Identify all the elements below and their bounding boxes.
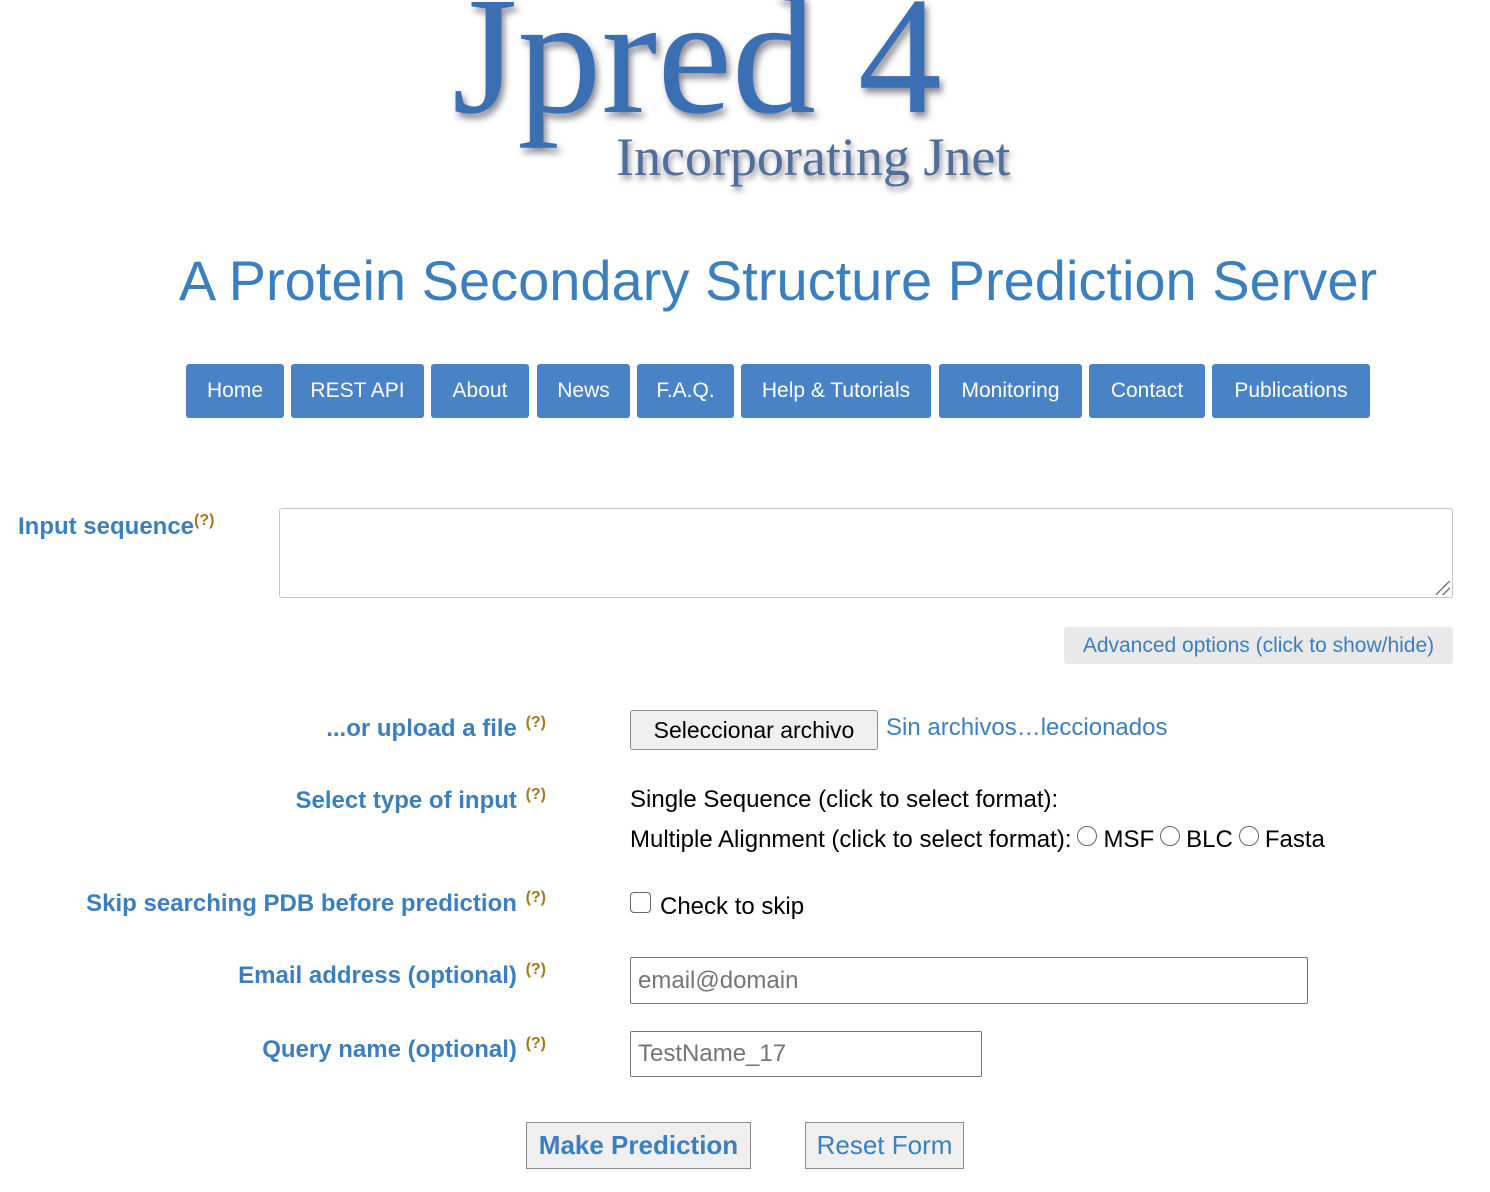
nav-help-tutorials-button[interactable]: Help & Tutorials — [741, 364, 931, 418]
file-status-text: Sin archivos…leccionados — [886, 714, 1168, 741]
input-sequence-label-text: Input sequence — [18, 513, 195, 540]
fasta-radio-label[interactable]: Fasta — [1265, 826, 1325, 853]
nav-faq-button[interactable]: F.A.Q. — [637, 364, 734, 418]
query-name-label: Query name (optional) (?) — [262, 1035, 546, 1064]
nav-news-button[interactable]: News — [537, 364, 630, 418]
fasta-radio[interactable] — [1238, 826, 1259, 846]
nav-about-button[interactable]: About — [431, 364, 529, 418]
query-name-field[interactable]: TestName_17 — [630, 1031, 982, 1077]
logo-subtitle: Incorporating Jnet — [616, 127, 1011, 187]
nav-rest-api-button[interactable]: REST API — [291, 364, 424, 418]
skip-pdb-label: Skip searching PDB before prediction (?) — [86, 889, 546, 918]
single-sequence-text[interactable]: Single Sequence (click to select format)… — [630, 786, 1058, 814]
logo-title: Jpred 4 — [452, 0, 942, 149]
upload-file-label-text: ...or upload a file — [326, 715, 517, 742]
msf-radio[interactable] — [1077, 826, 1098, 846]
help-icon[interactable]: (?) — [526, 889, 546, 906]
nav-home-button[interactable]: Home — [186, 364, 284, 418]
jpred-logo: Jpred 4 Incorporating Jnet — [0, 0, 1490, 210]
help-icon[interactable]: (?) — [194, 512, 214, 529]
blc-radio-label[interactable]: BLC — [1186, 826, 1233, 853]
help-icon[interactable]: (?) — [526, 1035, 546, 1052]
upload-file-label: ...or upload a file (?) — [326, 714, 546, 743]
choose-file-button[interactable]: Seleccionar archivo — [630, 710, 878, 750]
resize-grip-icon[interactable] — [1436, 581, 1450, 595]
input-sequence-label: Input sequence(?) — [18, 512, 214, 541]
advanced-options-button[interactable]: Advanced options (click to show/hide) — [1064, 627, 1453, 664]
query-name-label-text: Query name (optional) — [262, 1036, 517, 1063]
page-subtitle: A Protein Secondary Structure Prediction… — [178, 249, 1378, 312]
make-prediction-button[interactable]: Make Prediction — [526, 1122, 751, 1169]
skip-pdb-checkbox-label[interactable]: Check to skip — [660, 893, 804, 921]
sequence-textarea[interactable] — [279, 508, 1453, 598]
email-label: Email address (optional) (?) — [238, 961, 546, 990]
msf-radio-label[interactable]: MSF — [1103, 826, 1154, 853]
help-icon[interactable]: (?) — [526, 786, 546, 803]
input-type-label: Select type of input (?) — [296, 786, 546, 815]
email-field[interactable]: email@domain — [630, 957, 1308, 1004]
reset-form-button[interactable]: Reset Form — [805, 1122, 964, 1169]
blc-radio[interactable] — [1160, 826, 1181, 846]
nav-publications-button[interactable]: Publications — [1212, 364, 1370, 418]
skip-pdb-label-text: Skip searching PDB before prediction — [86, 890, 517, 917]
multiple-alignment-row: Multiple Alignment (click to select form… — [630, 826, 1325, 854]
input-type-label-text: Select type of input — [295, 787, 517, 814]
nav-contact-button[interactable]: Contact — [1089, 364, 1205, 418]
help-icon[interactable]: (?) — [526, 714, 546, 731]
multiple-alignment-text: Multiple Alignment (click to select form… — [630, 826, 1072, 853]
help-icon[interactable]: (?) — [526, 961, 546, 978]
skip-pdb-checkbox[interactable] — [630, 892, 651, 913]
email-label-text: Email address (optional) — [238, 962, 517, 989]
nav-monitoring-button[interactable]: Monitoring — [939, 364, 1082, 418]
